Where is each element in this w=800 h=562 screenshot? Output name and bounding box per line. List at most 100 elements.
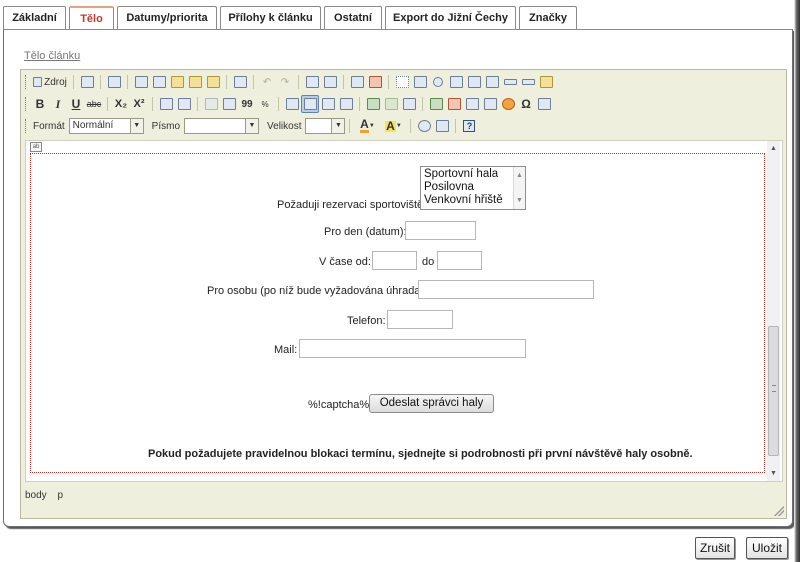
paste-text-button[interactable] (186, 73, 204, 91)
outdent-button[interactable] (202, 95, 220, 113)
textarea-button[interactable] (465, 73, 483, 91)
select-all-button[interactable] (348, 73, 366, 91)
subscript-button[interactable]: X₂ (112, 95, 130, 113)
venue-option[interactable]: Posilovna (424, 181, 522, 194)
table-button[interactable] (463, 95, 481, 113)
radio-button[interactable] (429, 73, 447, 91)
underline-button[interactable]: U (67, 95, 85, 113)
indent-button[interactable] (220, 95, 238, 113)
editor-scrollbar[interactable]: ▲ ▼ (767, 141, 780, 481)
tab-export[interactable]: Export do Jižní Čechy (385, 6, 516, 30)
section-link-telo-clanku[interactable]: Tělo článku (24, 50, 80, 62)
find-button[interactable] (303, 73, 321, 91)
venue-select[interactable]: Sportovní hala Posilovna Venkovní hřiště… (420, 166, 526, 210)
superscript-button[interactable]: X² (130, 95, 148, 113)
checkbox-button[interactable] (411, 73, 429, 91)
redo-button[interactable]: ↷ (276, 73, 294, 91)
link-icon (366, 98, 380, 110)
bold-button[interactable]: B (31, 95, 49, 113)
remove-format-button[interactable] (366, 73, 384, 91)
copy-button[interactable] (150, 73, 168, 91)
day-input[interactable] (405, 221, 476, 240)
image-button-field-icon (521, 79, 535, 85)
hidden-field-button[interactable] (537, 73, 555, 91)
chevron-down-icon: ▼ (245, 119, 259, 133)
undo-button[interactable]: ↶ (258, 73, 276, 91)
scrollbar-thumb[interactable] (768, 326, 779, 456)
align-left-button[interactable] (283, 95, 301, 113)
flash-button[interactable] (445, 95, 463, 113)
format-label: Formát (33, 120, 65, 132)
window-edge (794, 0, 800, 562)
paste-word-button[interactable] (204, 73, 222, 91)
anchor-button[interactable] (400, 95, 418, 113)
numbered-list-button[interactable] (157, 95, 175, 113)
time-to-input[interactable] (437, 251, 482, 270)
horizontal-rule-button[interactable] (481, 95, 499, 113)
link-button[interactable] (364, 95, 382, 113)
italic-button[interactable]: I (49, 95, 67, 113)
venue-option[interactable]: Venkovní hřiště (424, 194, 522, 207)
select-field-button[interactable] (483, 73, 501, 91)
toolbar-row-2: B I U abc X₂ X² 99 % Ω (25, 95, 553, 113)
mail-input[interactable] (299, 339, 526, 358)
paste-button[interactable] (168, 73, 186, 91)
align-center-button[interactable] (301, 95, 319, 113)
background-color-button[interactable]: A ▼ (380, 117, 406, 135)
scroll-down-icon[interactable]: ▼ (770, 470, 777, 477)
preview-button[interactable] (78, 73, 96, 91)
person-input[interactable] (418, 280, 594, 299)
cut-button[interactable] (132, 73, 150, 91)
chevron-down-icon: ▼ (516, 197, 523, 204)
phone-label: Telefon: (347, 315, 386, 327)
format-select[interactable]: Normální ▼ (68, 118, 144, 134)
textfield-button[interactable] (447, 73, 465, 91)
image-button-field-button[interactable] (519, 73, 537, 91)
reservation-label: Požaduji rezervaci sportoviště: (277, 199, 427, 211)
editor-content[interactable]: ab Požaduji rezervaci sportoviště: Sport… (25, 140, 783, 482)
text-color-button[interactable]: A ▼ (354, 117, 380, 135)
align-right-button[interactable] (319, 95, 337, 113)
tab-znacky[interactable]: Značky (519, 6, 577, 30)
listbox-scrollbar[interactable]: ▲ ▼ (513, 167, 525, 209)
bulleted-list-button[interactable] (175, 95, 193, 113)
blockquote-button[interactable]: 99 (238, 95, 256, 113)
tab-telo[interactable]: Tělo (69, 6, 114, 31)
tab-zakladni[interactable]: Základní (3, 6, 66, 30)
textarea-icon (467, 76, 481, 88)
special-char-button[interactable]: Ω (517, 95, 535, 113)
page-break-button[interactable] (535, 95, 553, 113)
time-from-input[interactable] (372, 251, 417, 270)
source-button[interactable]: Zdroj (31, 73, 69, 91)
templates-button[interactable] (105, 73, 123, 91)
image-button[interactable] (427, 95, 445, 113)
form-button[interactable] (393, 73, 411, 91)
print-button[interactable] (231, 73, 249, 91)
tab-ostatni[interactable]: Ostatní (324, 6, 382, 30)
align-right-icon (321, 98, 335, 110)
replace-button[interactable] (321, 73, 339, 91)
size-select[interactable]: ▼ (305, 118, 346, 134)
button-field-button[interactable] (501, 73, 519, 91)
cancel-button[interactable]: Zrušit (695, 537, 735, 559)
path-item-body[interactable]: body (25, 490, 47, 501)
venue-option[interactable]: Sportovní hala (424, 168, 522, 181)
path-item-p[interactable]: p (57, 490, 63, 501)
strikethrough-button[interactable]: abc (85, 95, 103, 113)
tab-prilohy[interactable]: Přílohy k článku (220, 6, 321, 30)
div-container-button[interactable]: % (256, 95, 274, 113)
save-button[interactable]: Uložit (746, 537, 788, 559)
unlink-button[interactable] (382, 95, 400, 113)
align-justify-button[interactable] (337, 95, 355, 113)
submit-button[interactable]: Odeslat správci haly (369, 394, 494, 413)
phone-input[interactable] (387, 310, 453, 329)
help-button[interactable]: ? (460, 117, 478, 135)
preview-icon (80, 76, 94, 88)
tab-datumy-priorita[interactable]: Datumy/priorita (117, 6, 217, 30)
maximize-button[interactable] (415, 117, 433, 135)
font-select[interactable]: ▼ (184, 118, 260, 134)
resize-handle-icon[interactable] (774, 506, 784, 516)
smiley-button[interactable] (499, 95, 517, 113)
show-blocks-button[interactable] (433, 117, 451, 135)
scroll-up-icon[interactable]: ▲ (770, 145, 777, 152)
